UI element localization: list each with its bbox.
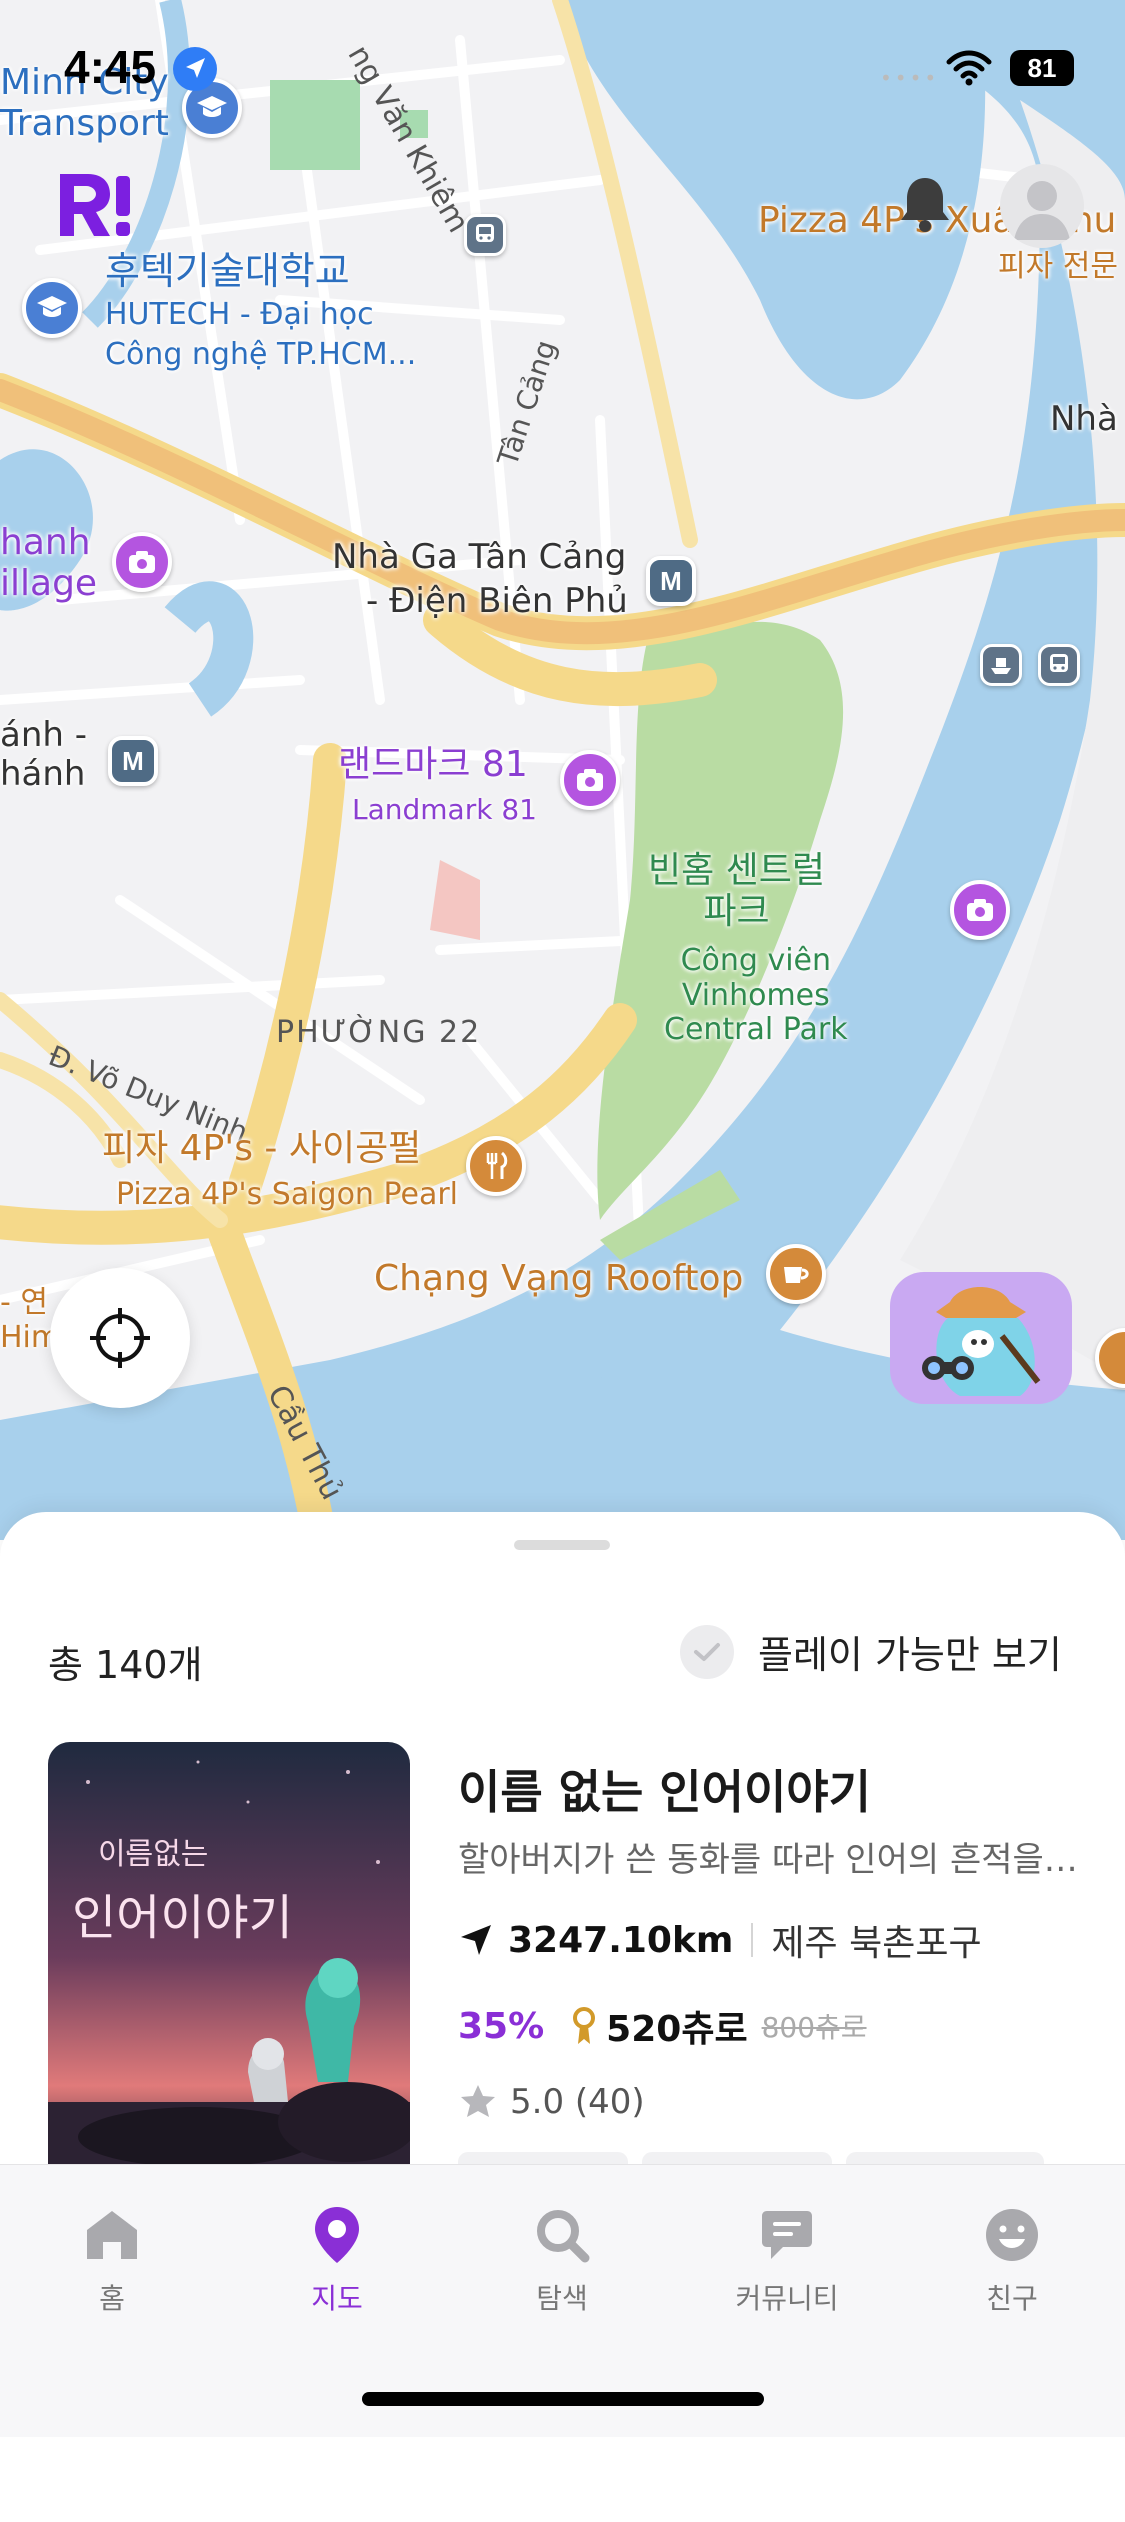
mermaid-story-artwork: 이름없는 인어이야기	[48, 1742, 410, 2172]
label-thanh-village: hanh illage	[0, 522, 98, 605]
star-icon	[461, 2085, 495, 2117]
label-park-vn: Công viên Vinhomes Central Park	[664, 943, 848, 1047]
metro-station-icon[interactable]: M	[646, 556, 696, 606]
signal-dots-icon: ••••	[880, 66, 940, 90]
label-pizza-kr: 피자 4P's - 사이공펄	[102, 1128, 422, 1169]
tab-label: 탐색	[536, 2282, 588, 2315]
content-card[interactable]: 이름없는 인어이야기 이름 없는 인어이야기 할아버지가 쓴 동화를 따라 인어…	[48, 1742, 1125, 2212]
tab-explore[interactable]: 탐색	[492, 2205, 632, 2317]
app-logo	[60, 174, 130, 236]
crosshair-icon	[90, 1308, 150, 1368]
sheet-grab-handle[interactable]	[514, 1540, 610, 1550]
home-icon	[82, 2205, 142, 2265]
search-icon	[532, 2205, 592, 2265]
label-tan-cang-station-1: Nhà Ga Tân Cảng	[332, 537, 627, 577]
notification-bell-icon[interactable]	[895, 172, 955, 236]
restaurant-pin-icon[interactable]	[466, 1136, 526, 1196]
tab-label: 지도	[311, 2282, 363, 2315]
card-rating: 5.0 (40)	[510, 2082, 645, 2122]
label-landmark-kr: 랜드마크 81	[338, 744, 528, 785]
status-time: 4:45	[64, 41, 157, 93]
label-pizza-top-kr: 피자 전문	[998, 249, 1118, 284]
filter-label: 플레이 가능만 보기	[758, 1633, 1062, 1677]
content-thumbnail[interactable]: 이름없는 인어이야기	[48, 1742, 410, 2172]
tab-label: 홈	[99, 2282, 125, 2315]
cafe-pin-icon[interactable]	[766, 1244, 826, 1304]
tab-friends[interactable]: 친구	[942, 2205, 1082, 2317]
current-location-button[interactable]	[50, 1268, 190, 1408]
ferry-stop-icon[interactable]	[980, 644, 1022, 686]
user-silhouette-icon	[1014, 181, 1070, 240]
playable-only-filter[interactable]: 플레이 가능만 보기	[680, 1624, 1062, 1679]
tab-map[interactable]: 지도	[267, 2205, 407, 2317]
card-original-price: 800츄로	[761, 2011, 867, 2044]
label-hutech-kr: 후텍기술대학교	[105, 249, 350, 293]
location-arrow-icon	[173, 47, 217, 91]
label-hutech-vn-1: HUTECH - Đại học	[105, 297, 374, 332]
checkbox-icon[interactable]	[680, 1624, 734, 1679]
label-anh-thanh: ánh - hánh	[0, 715, 88, 795]
thumb-title-2: 인어이야기	[72, 1890, 293, 1946]
label-phuong-22: PHƯỜNG 22	[276, 1015, 482, 1050]
churro-coin-icon	[573, 2007, 596, 2044]
card-rating-row: 5.0 (40)	[458, 2082, 645, 2122]
camera-pin-icon[interactable]	[560, 750, 620, 810]
thumb-title-1: 이름없는	[98, 1837, 208, 1872]
chat-icon	[757, 2205, 817, 2265]
home-indicator	[362, 2392, 764, 2406]
map-view[interactable]: Minh City Transport 후텍기술대학교 HUTECH - Đại…	[0, 0, 1125, 1540]
label-landmark-vn: Landmark 81	[352, 793, 537, 826]
tab-home[interactable]: 홈	[42, 2205, 182, 2317]
label-park-kr: 빈홈 센트럴 파크	[648, 850, 826, 933]
bus-stop-icon[interactable]	[1038, 644, 1080, 686]
navigation-arrow-icon	[461, 1925, 491, 1955]
tab-label: 커뮤니티	[735, 2282, 839, 2315]
card-price-row: 35% 520츄로 800츄로	[458, 2000, 867, 2052]
battery-indicator: 81	[1010, 50, 1074, 86]
camera-pin-icon[interactable]	[112, 532, 172, 592]
smile-icon	[982, 2205, 1042, 2265]
tab-community[interactable]: 커뮤니티	[717, 2205, 857, 2317]
divider	[751, 1923, 754, 1957]
result-count: 총 140개	[48, 1643, 203, 1687]
label-tan-cang-station-2: - Điện Biên Phủ	[366, 581, 628, 621]
card-distance-row: 3247.10km 제주 북촌포구	[458, 1914, 982, 1966]
card-description: 할아버지가 쓴 동화를 따라 인어의 흔적을 ...	[458, 1840, 1078, 1880]
map-pin-icon	[307, 2205, 367, 2265]
explorer-mascot-button[interactable]	[890, 1272, 1072, 1404]
label-nha-right: Nhà	[1050, 399, 1118, 439]
camera-pin-icon[interactable]	[950, 880, 1010, 940]
profile-avatar[interactable]	[1000, 164, 1084, 248]
card-distance: 3247.10km	[508, 1919, 734, 1961]
bus-stop-icon[interactable]	[464, 214, 506, 256]
label-hutech-vn-2: Công nghệ TP.HCM...	[105, 337, 417, 372]
discount-badge: 35%	[458, 2005, 545, 2047]
mascot-explorer-icon	[922, 1287, 1041, 1396]
card-title[interactable]: 이름 없는 인어이야기	[458, 1756, 871, 1822]
label-chang-vang: Chạng Vạng Rooftop	[374, 1258, 744, 1299]
tab-label: 친구	[986, 2282, 1038, 2315]
wifi-icon	[946, 50, 992, 86]
card-price: 520츄로	[606, 2009, 748, 2050]
label-pizza-vn: Pizza 4P's Saigon Pearl	[116, 1177, 459, 1212]
card-location: 제주 북촌포구	[771, 1923, 982, 1964]
metro-station-icon[interactable]: M	[108, 736, 158, 786]
status-bar: 4:45 •••• 81	[0, 0, 1125, 130]
school-pin-icon[interactable]	[22, 278, 82, 338]
